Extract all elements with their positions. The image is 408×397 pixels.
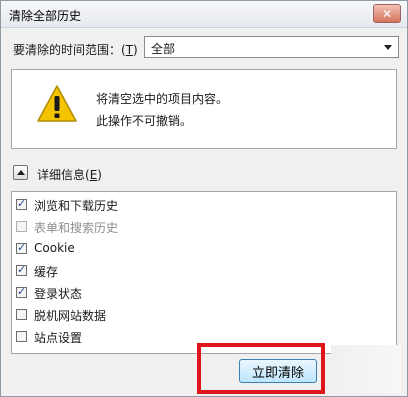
- list-item[interactable]: Cookie: [16, 241, 386, 259]
- list-item[interactable]: 缓存: [16, 263, 386, 281]
- checkbox-cookie[interactable]: [16, 241, 27, 254]
- warning-panel: 将清空选中的项目内容。 此操作不可撤销。: [11, 69, 397, 149]
- list-item[interactable]: 登录状态: [16, 285, 386, 303]
- list-item: 表单和搜索历史: [16, 219, 386, 237]
- item-label: 缓存: [34, 265, 59, 279]
- title-bar: 清除全部历史 ✕: [1, 1, 407, 28]
- item-label: Cookie: [34, 241, 75, 255]
- checkbox-login-state[interactable]: [16, 285, 27, 298]
- list-item[interactable]: 浏览和下载历史: [16, 197, 386, 215]
- checkbox-offline-site-data[interactable]: [16, 309, 27, 320]
- chevron-down-icon: [384, 45, 392, 50]
- time-range-label: 要清除的时间范围：(T): [13, 43, 138, 57]
- item-label: 站点设置: [34, 331, 83, 345]
- item-label: 脱机网站数据: [34, 309, 107, 323]
- time-range-select[interactable]: 全部: [144, 36, 399, 58]
- close-icon: ✕: [381, 6, 393, 21]
- chevron-up-icon: [17, 170, 25, 175]
- item-label: 浏览和下载历史: [34, 199, 119, 213]
- details-toggle-button[interactable]: [13, 165, 28, 180]
- list-item[interactable]: 脱机网站数据: [16, 307, 386, 325]
- warning-text-1: 将清空选中的项目内容。: [96, 92, 229, 106]
- checkbox-browse-download-history[interactable]: [16, 197, 27, 210]
- highlight-annotation-box: [197, 343, 325, 394]
- item-label: 表单和搜索历史: [34, 221, 119, 235]
- watermark-area: [331, 345, 401, 393]
- item-label: 登录状态: [34, 287, 83, 301]
- clear-history-dialog: 清除全部历史 ✕ 要清除的时间范围：(T) 全部 将清空选中的项目内容。 此操作…: [0, 0, 408, 397]
- checkbox-cache[interactable]: [16, 263, 27, 276]
- history-items-list: 浏览和下载历史 表单和搜索历史 Cookie 缓存 登录状态 脱机网站数据 站点…: [11, 191, 397, 354]
- details-label[interactable]: 详细信息(E): [37, 166, 102, 183]
- time-range-value: 全部: [151, 42, 176, 56]
- checkbox-site-settings[interactable]: [16, 331, 27, 342]
- window-title: 清除全部历史: [9, 9, 82, 23]
- close-button[interactable]: ✕: [373, 4, 401, 23]
- checkbox-form-search-history: [16, 221, 27, 232]
- warning-icon: [37, 85, 77, 122]
- warning-text-2: 此操作不可撤销。: [96, 114, 193, 128]
